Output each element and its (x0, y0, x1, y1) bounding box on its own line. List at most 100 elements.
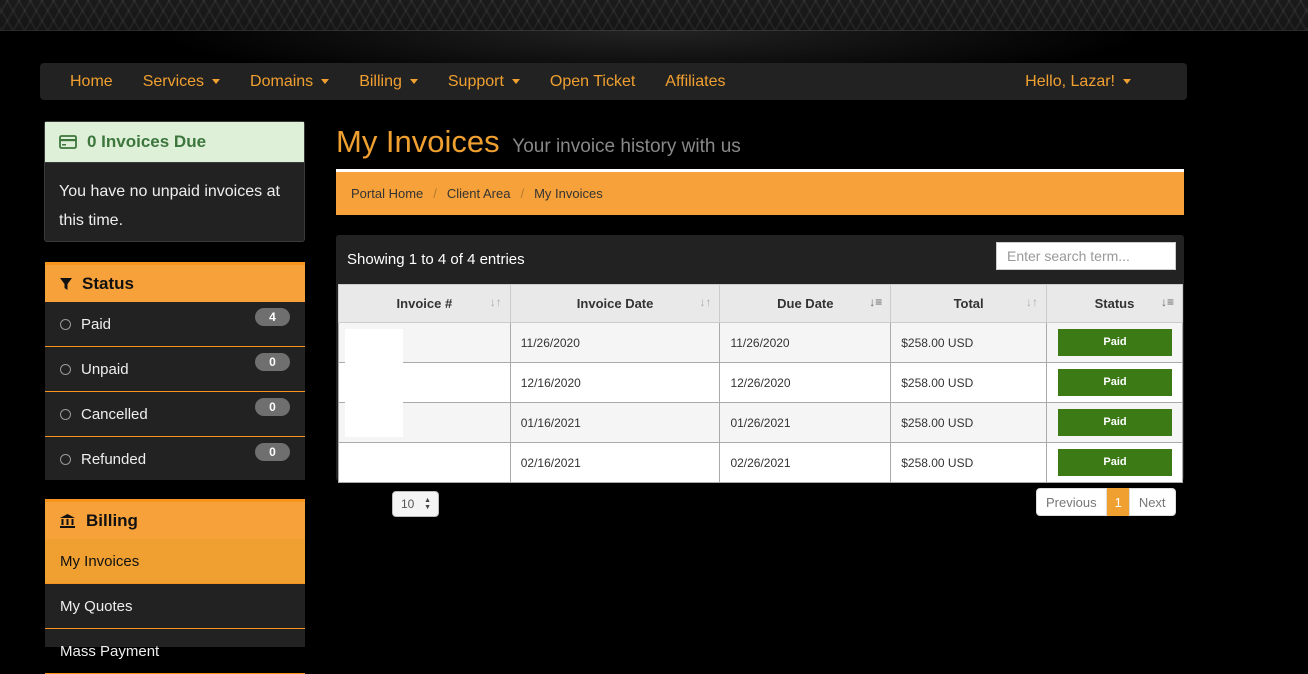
status-filter-label: Cancelled (81, 405, 148, 423)
status-filter-unpaid[interactable]: Unpaid 0 (45, 347, 305, 392)
table-row[interactable]: 02/16/2021 02/26/2021 $258.00 USD Paid (338, 442, 1183, 483)
credit-card-icon (59, 135, 77, 149)
nav-services[interactable]: Services (128, 73, 235, 91)
invoice-table: Invoice # ↓↑ Invoice Date ↓↑ Due Date ↓≡ To… (338, 284, 1183, 483)
nav-billing[interactable]: Billing (344, 73, 433, 91)
invoices-due-panel: 0 Invoices Due You have no unpaid invoic… (44, 121, 305, 242)
column-header-invoice[interactable]: Invoice # ↓↑ (338, 284, 511, 323)
invoices-due-header: 0 Invoices Due (45, 122, 304, 163)
status-filter-refunded[interactable]: Refunded 0 (45, 437, 305, 481)
breadcrumb-separator: / (520, 186, 525, 201)
sort-icon: ↓↑ (699, 295, 712, 309)
total-cell: $258.00 USD (890, 322, 1047, 363)
radio-icon (60, 453, 71, 465)
entries-info: Showing 1 to 4 of 4 entries (347, 251, 525, 268)
column-header-total[interactable]: Total ↓↑ (890, 284, 1047, 323)
next-page-button[interactable]: Next (1128, 488, 1176, 516)
due-date-cell: 12/26/2020 (719, 362, 892, 403)
column-header-label: Total (953, 296, 984, 311)
nav-domains[interactable]: Domains (235, 73, 344, 91)
page-title-text: My Invoices (336, 124, 500, 159)
nav-billing-label: Billing (359, 72, 402, 90)
status-filter-label: Refunded (81, 450, 147, 468)
breadcrumb-separator: / (433, 186, 437, 201)
breadcrumb-client-area[interactable]: Client Area (447, 186, 511, 201)
table-header-row: Invoice # ↓↑ Invoice Date ↓↑ Due Date ↓≡ To… (338, 284, 1183, 323)
invoices-due-message: You have no unpaid invoices at this time… (59, 183, 280, 229)
nav-affiliates-label: Affiliates (665, 72, 726, 90)
select-arrows-icon: ▲ ▼ (424, 497, 431, 511)
status-badge: Paid (1058, 449, 1172, 476)
nav-home[interactable]: Home (40, 73, 128, 91)
radio-icon (60, 363, 71, 375)
column-header-label: Status (1094, 296, 1135, 311)
nav-open-ticket[interactable]: Open Ticket (535, 73, 650, 91)
main-navbar: Home Services Domains Billing Support Op… (40, 63, 1187, 100)
billing-title: Billing (86, 510, 138, 530)
sort-ascending-icon: ↓≡ (869, 295, 883, 309)
invoice-date-cell: 02/16/2021 (509, 442, 721, 483)
invoice-date-cell: 11/26/2020 (509, 322, 721, 363)
top-header-strip (0, 0, 1308, 31)
redacted-invoice-numbers (345, 329, 403, 437)
radio-icon (60, 408, 71, 420)
column-header-invoice-date[interactable]: Invoice Date ↓↑ (509, 284, 721, 323)
page-subtitle: Your invoice history with us (512, 136, 741, 157)
billing-panel: Billing My Invoices My Quotes Mass Payme… (45, 499, 305, 674)
column-header-label: Due Date (777, 296, 834, 311)
nav-home-label: Home (70, 72, 113, 90)
nav-affiliates[interactable]: Affiliates (650, 73, 740, 91)
nav-support-label: Support (447, 72, 504, 90)
table-row[interactable]: 11/26/2020 11/26/2020 $258.00 USD Paid (338, 322, 1183, 363)
invoice-number-cell (338, 442, 511, 483)
caret-down-icon (1123, 79, 1131, 84)
nav-user-label: Hello, Lazar! (1025, 72, 1115, 90)
breadcrumb-portal-home[interactable]: Portal Home (351, 186, 423, 201)
status-badge: Paid (1058, 329, 1172, 356)
billing-link-my-invoices[interactable]: My Invoices (45, 539, 305, 584)
column-header-label: Invoice # (396, 296, 453, 311)
status-title: Status (82, 273, 134, 293)
due-date-cell: 02/26/2021 (719, 442, 892, 483)
status-header: Status (45, 265, 305, 302)
caret-down-icon (321, 79, 330, 84)
nav-services-label: Services (142, 72, 205, 90)
breadcrumb-current: My Invoices (534, 186, 603, 201)
nav-support[interactable]: Support (433, 73, 535, 91)
sort-descending-icon: ↓≡ (1160, 295, 1174, 309)
invoice-table-container: Showing 1 to 4 of 4 entries Invoice # ↓↑ … (336, 235, 1184, 483)
due-date-cell: 11/26/2020 (719, 322, 892, 363)
filter-icon (60, 277, 72, 290)
page-length-select[interactable]: 10 ▲ ▼ (392, 491, 439, 517)
billing-link-mass-payment[interactable]: Mass Payment (45, 629, 305, 674)
pagination: Previous 1 Next (1036, 488, 1176, 516)
current-page-button[interactable]: 1 (1106, 488, 1130, 516)
caret-down-icon (409, 79, 418, 84)
search-input[interactable] (996, 242, 1176, 270)
total-cell: $258.00 USD (890, 362, 1047, 403)
status-cell: Paid (1046, 362, 1183, 403)
total-cell: $258.00 USD (890, 402, 1047, 443)
status-filter-label: Paid (81, 315, 112, 333)
billing-link-my-quotes[interactable]: My Quotes (45, 584, 305, 629)
page-length-value: 10 (401, 497, 415, 511)
status-filter-paid[interactable]: Paid 4 (45, 302, 305, 347)
status-cell: Paid (1046, 322, 1183, 363)
column-header-status[interactable]: Status ↓≡ (1046, 284, 1183, 323)
total-cell: $258.00 USD (890, 442, 1047, 483)
page-title: My Invoices Your invoice history with us (336, 124, 741, 160)
table-row[interactable]: 01/16/2021 01/26/2021 $258.00 USD Paid (338, 402, 1183, 443)
invoices-due-title: 0 Invoices Due (87, 132, 207, 151)
invoice-date-cell: 12/16/2020 (509, 362, 721, 403)
status-filter-cancelled[interactable]: Cancelled 0 (45, 392, 305, 437)
bank-icon (60, 513, 75, 528)
nav-user-menu[interactable]: Hello, Lazar! (1010, 73, 1187, 91)
status-panel: Status Paid 4 Unpaid 0 Cancelled 0 Refun… (45, 262, 305, 480)
breadcrumb: Portal Home / Client Area / My Invoices (336, 169, 1184, 215)
count-badge: 0 (255, 443, 290, 461)
status-filter-label: Unpaid (81, 360, 129, 378)
previous-page-button[interactable]: Previous (1036, 488, 1107, 516)
sort-icon: ↓↑ (489, 295, 502, 309)
table-row[interactable]: 12/16/2020 12/26/2020 $258.00 USD Paid (338, 362, 1183, 403)
column-header-due-date[interactable]: Due Date ↓≡ (719, 284, 892, 323)
